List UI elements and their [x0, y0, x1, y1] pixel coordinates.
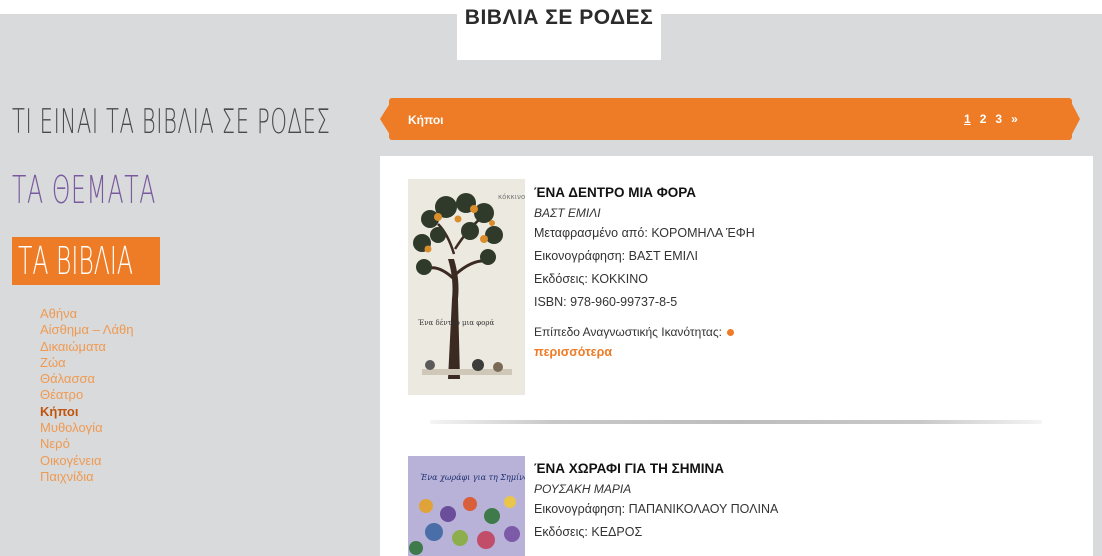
- section-title: Κήποι: [408, 113, 444, 127]
- book-cover-1[interactable]: κόκκινο Ένα δέντρο μια φορά: [408, 179, 525, 395]
- book-illustrator: Εικονογράφηση: ΒΑΣΤ ΕΜΙΛΙ: [534, 249, 698, 263]
- category-item-animals[interactable]: Ζώα: [40, 355, 133, 371]
- category-item-athens[interactable]: Αθήνα: [40, 306, 133, 322]
- category-list: Αθήνα Αίσθημα – Λάθη Δικαιώματα Ζώα Θάλα…: [40, 306, 133, 485]
- svg-text:κόκκινο: κόκκινο: [498, 193, 525, 201]
- field-cover-illustration: Ένα χωράφι για τη Σημίνα: [408, 456, 525, 556]
- reading-level-label: Επίπεδο Αναγνωστικής Ικανότητας:: [534, 325, 722, 339]
- book-title[interactable]: ΈΝΑ ΧΩΡΑΦΙ ΓΙΑ ΤΗ ΣΗΜΙΝΑ: [534, 460, 778, 478]
- book-title[interactable]: ΈΝΑ ΔΕΝΤΡΟ ΜΙΑ ΦΟΡΑ: [534, 184, 755, 202]
- reading-level: Επίπεδο Αναγνωστικής Ικανότητας:: [534, 325, 755, 339]
- book-author: ΡΟΥΣΑΚΗ ΜΑΡΙΑ: [534, 482, 632, 496]
- page-next-link[interactable]: »: [1011, 112, 1018, 126]
- category-item-family[interactable]: Οικογένεια: [40, 453, 133, 469]
- sidebar-heading-books[interactable]: ΤΑ ΒΙΒΛΙΑ: [18, 239, 133, 283]
- book-illustrator: Εικονογράφηση: ΠΑΠΑΝΙΚΟΛΑΟΥ ΠΟΛΙΝΑ: [534, 502, 779, 516]
- book-translator: Μεταφρασμένο από: ΚΟΡΟΜΗΛΑ ΈΦΗ: [534, 226, 755, 240]
- category-item-games[interactable]: Παιχνίδια: [40, 469, 133, 485]
- tree-cover-illustration: κόκκινο Ένα δέντρο μια φορά: [408, 179, 525, 395]
- category-item-sea[interactable]: Θάλασσα: [40, 371, 133, 387]
- book-author: ΒΑΣΤ ΕΜΙΛΙ: [534, 206, 601, 220]
- more-link[interactable]: περισσότερα: [534, 345, 755, 359]
- sidebar-heading-topics[interactable]: ΤΑ ΘΕΜΑΤΑ: [12, 168, 156, 212]
- sidebar-heading-about[interactable]: ΤΙ ΕΙΝΑΙ ΤΑ ΒΙΒΛΙΑ ΣΕ ΡΟΔΕΣ: [12, 102, 330, 142]
- book-info-2: ΈΝΑ ΧΩΡΑΦΙ ΓΙΑ ΤΗ ΣΗΜΙΝΑ ΡΟΥΣΑΚΗ ΜΑΡΙΑ Ε…: [534, 460, 778, 547]
- book-isbn: ISBN: 978-960-99737-8-5: [534, 295, 678, 309]
- category-item-theatre[interactable]: Θέατρο: [40, 387, 133, 403]
- book-cover-2[interactable]: Ένα χωράφι για τη Σημίνα: [408, 456, 525, 556]
- category-item-gardens[interactable]: Κήποι: [40, 404, 133, 420]
- page-link-2[interactable]: 2: [980, 112, 987, 126]
- category-item-mythology[interactable]: Μυθολογία: [40, 420, 133, 436]
- site-logo[interactable]: ΒΙΒΛΙΑ ΣΕ ΡΟΔΕΣ: [457, 0, 661, 60]
- page-link-1[interactable]: 1: [964, 112, 971, 126]
- svg-text:Ένα χωράφι για τη Σημίνα: Ένα χωράφι για τη Σημίνα: [420, 473, 525, 482]
- category-item-feelings[interactable]: Αίσθημα – Λάθη: [40, 322, 133, 338]
- section-bar-right-edge: [1070, 100, 1080, 138]
- reading-level-dot-icon: [726, 328, 734, 336]
- svg-text:Ένα δέντρο μια φορά: Ένα δέντρο μια φορά: [418, 319, 495, 327]
- book-publisher: Εκδόσεις: ΚΕΔΡΟΣ: [534, 525, 643, 539]
- page-link-3[interactable]: 3: [995, 112, 1002, 126]
- book-publisher: Εκδόσεις: ΚΟΚΚΙΝΟ: [534, 272, 648, 286]
- category-item-water[interactable]: Νερό: [40, 436, 133, 452]
- pagination: 1 2 3 »: [964, 112, 1018, 126]
- book-info-1: ΈΝΑ ΔΕΝΤΡΟ ΜΙΑ ΦΟΡΑ ΒΑΣΤ ΕΜΙΛΙ Μεταφρασμ…: [534, 184, 755, 359]
- book-separator: [430, 420, 1042, 424]
- site-logo-text: ΒΙΒΛΙΑ ΣΕ ΡΟΔΕΣ: [464, 6, 654, 29]
- category-item-rights[interactable]: Δικαιώματα: [40, 339, 133, 355]
